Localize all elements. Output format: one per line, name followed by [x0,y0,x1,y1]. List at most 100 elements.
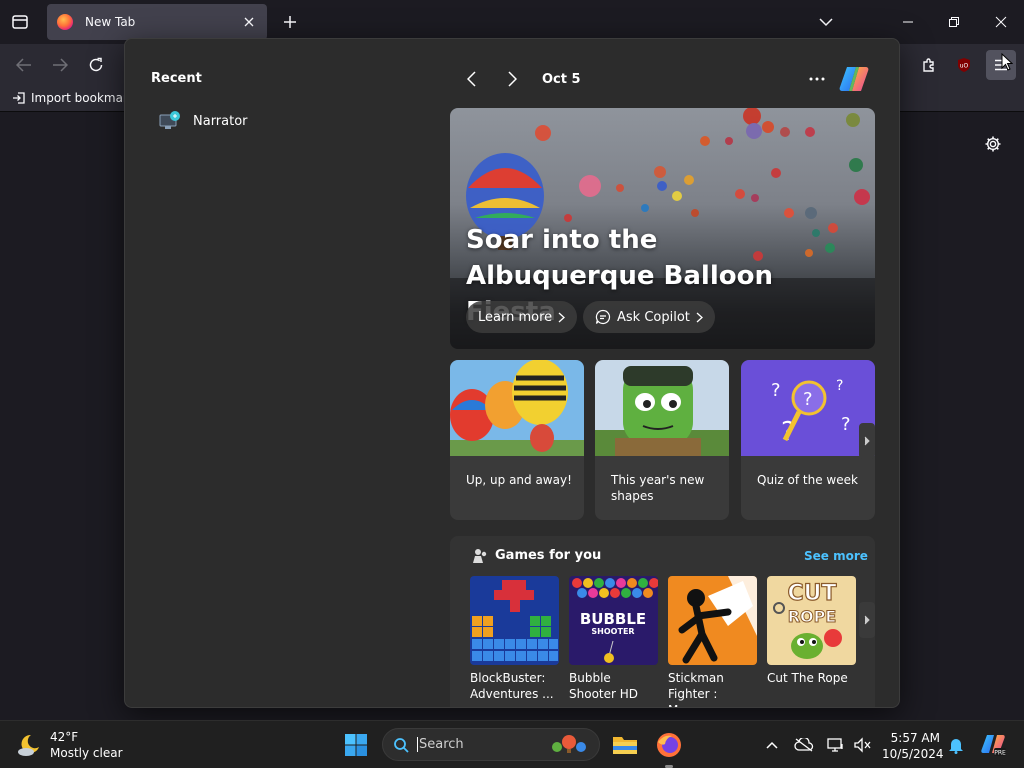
games-scroll-next-button[interactable] [859,602,875,638]
learn-more-label: Learn more [478,309,553,325]
volume-button[interactable] [852,735,872,755]
cloud-offline-icon [794,738,814,752]
recent-heading: Recent [151,71,202,86]
arrow-left-icon [16,58,31,72]
current-date-label: Oct 5 [542,71,581,87]
arrow-right-icon [53,58,68,72]
forward-button[interactable] [47,52,73,78]
games-heading: Games for you [495,548,602,563]
taskbar-clock[interactable]: 5:57 AM 10/5/2024 [882,730,944,762]
more-horizontal-icon [809,77,825,81]
chevron-left-icon [467,71,476,87]
taskbar: 42°F Mostly clear Search 5:57 AM 10/5/20… [0,720,1024,768]
newtab-settings-button[interactable] [982,133,1004,155]
chat-bubble-icon [595,309,611,325]
svg-text:?: ? [771,380,781,401]
story-card-new-shapes[interactable]: This year's new shapes [595,360,729,520]
notifications-button[interactable] [946,735,966,755]
story-card-up-up-and-away[interactable]: Up, up and away! [450,360,584,520]
copilot-pre-icon: PRE [981,735,1006,757]
network-button[interactable] [826,735,846,755]
gear-icon [985,136,1001,152]
start-flyout-panel: Recent Narrator Oct 5 Soar into the Albu… [124,38,900,708]
more-options-button[interactable] [805,67,829,91]
weather-widget[interactable]: 42°F Mostly clear [16,729,123,761]
game-tile-bubble-shooter[interactable]: BUBBLE SHOOTER Bubble Shooter HD [569,576,658,702]
weather-temperature: 42°F [50,730,79,744]
tab-new-tab[interactable]: New Tab [47,4,267,40]
svg-text:SHOOTER: SHOOTER [591,627,634,636]
see-more-link[interactable]: See more [804,549,868,563]
firefox-view-icon [12,15,28,29]
copilot-taskbar-button[interactable]: PRE [980,732,1006,758]
frankenstein-balloon-image [595,360,729,456]
tab-title: New Tab [85,15,136,29]
list-all-tabs-button[interactable] [814,10,838,34]
game-tile-blockbuster[interactable]: BlockBuster: Adventures ... [470,576,559,702]
narrator-icon [159,111,181,131]
puzzle-icon [923,58,934,72]
ublock-origin-button[interactable]: uO [951,52,977,78]
copilot-button[interactable] [838,64,870,94]
weather-text: 42°F Mostly clear [50,729,123,761]
moon-cloud-icon [18,734,39,756]
taskbar-search-box[interactable]: Search [382,728,600,761]
previous-day-button[interactable] [460,67,484,91]
chevron-right-icon [696,312,703,322]
minimize-icon [903,21,913,23]
svg-text:?: ? [836,378,843,394]
games-for-you-section: Games for you See more BlockBuster: Adve… [450,536,875,707]
new-tab-button[interactable] [278,10,302,34]
extensions-button[interactable] [916,52,942,78]
weather-description: Mostly clear [50,746,123,760]
file-explorer-button[interactable] [609,729,641,761]
game-label: BlockBuster: Adventures ... [470,671,554,701]
reload-icon [89,57,103,72]
card-label: Up, up and away! [466,473,572,487]
recent-item-narrator[interactable]: Narrator [159,109,248,133]
reload-button[interactable] [83,52,109,78]
import-bookmarks-label: Import bookmark [31,91,135,105]
svg-text:uO: uO [960,63,969,70]
plus-icon [284,16,296,28]
svg-text:BUBBLE: BUBBLE [580,610,646,628]
ublock-shield-icon: uO [958,58,970,72]
search-icon [394,737,409,753]
cards-scroll-next-button[interactable] [859,423,875,459]
close-icon [244,17,254,27]
restore-button[interactable] [940,8,968,36]
games-icon [473,549,487,563]
next-day-button[interactable] [500,67,524,91]
game-tile-stickman-fighter[interactable]: Stickman Fighter : Mega... [668,576,757,707]
date-navigation: Oct 5 [460,67,581,91]
game-label: Cut The Rope [767,671,848,685]
ask-copilot-button[interactable]: Ask Copilot [583,301,715,333]
firefox-view-button[interactable] [8,10,32,34]
clock-time: 5:57 AM [890,731,940,745]
close-window-button[interactable] [987,8,1015,36]
show-hidden-icons-button[interactable] [762,735,782,755]
back-button[interactable] [11,52,37,78]
hot-air-balloons-image [450,360,584,456]
game-label: Bubble Shooter HD [569,671,639,701]
network-icon [827,738,843,752]
chevron-right-icon [864,615,870,625]
recent-item-label: Narrator [193,113,248,129]
svg-text:?: ? [803,389,813,410]
game-tile-cut-the-rope[interactable]: CUT ROPE Cut The Rope [767,576,856,686]
search-highlight-balloons-icon [552,735,586,753]
mouse-cursor-icon [1001,53,1013,71]
import-bookmarks-button[interactable]: Import bookmark [12,91,135,105]
chevron-right-icon [864,436,870,446]
story-card-quiz[interactable]: ? ? ? ? ? Quiz of the week [741,360,875,520]
minimize-button[interactable] [894,8,922,36]
quiz-image: ? ? ? ? ? [741,360,875,456]
firefox-taskbar-button[interactable] [653,729,685,761]
tab-close-button[interactable] [241,14,257,30]
onedrive-button[interactable] [794,735,814,755]
start-button[interactable] [340,729,372,761]
learn-more-button[interactable]: Learn more [466,301,578,333]
chevron-up-icon [766,741,778,749]
svg-text:CUT: CUT [787,581,836,606]
import-icon [13,92,25,104]
